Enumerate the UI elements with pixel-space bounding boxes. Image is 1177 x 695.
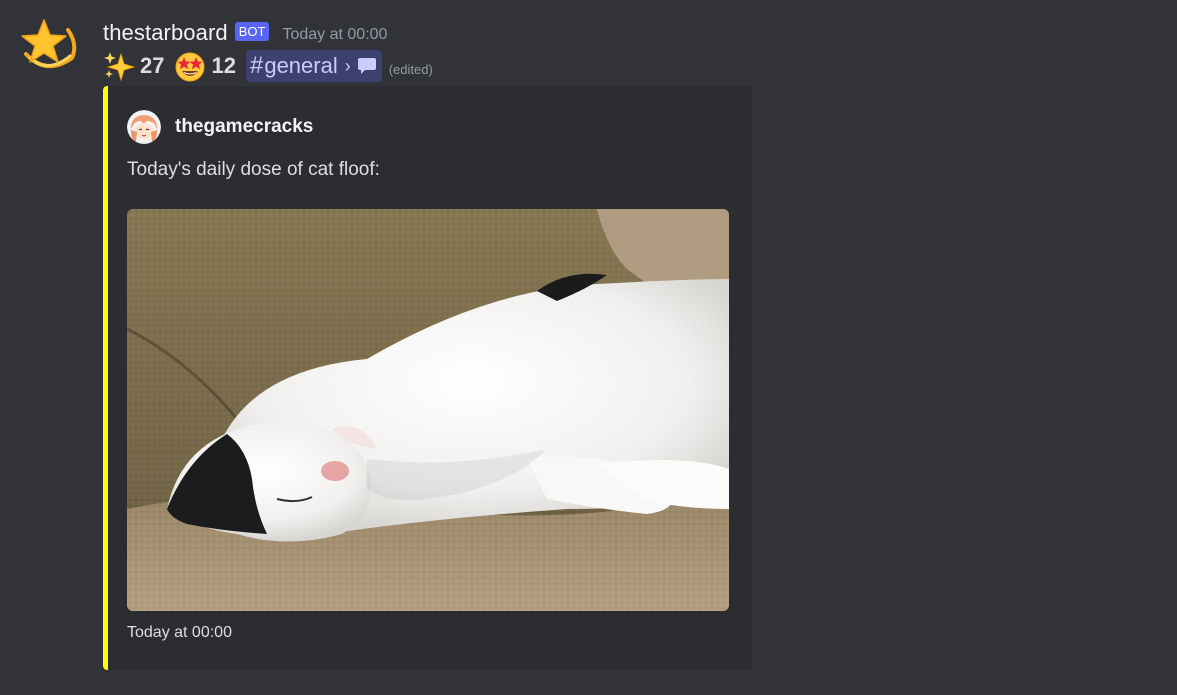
embed-accent-bar (103, 86, 108, 670)
embed-description: Today's daily dose of cat floof: (127, 159, 380, 180)
embed-footer-timestamp: Today at 00:00 (127, 624, 232, 641)
starboard-embed: thegamecracks Today's daily dose of cat … (103, 86, 752, 670)
sparkles-count: 27 (140, 53, 165, 78)
star-struck-icon (175, 52, 205, 82)
username[interactable]: thestarboard (103, 20, 228, 46)
author-avatar[interactable] (127, 110, 161, 144)
message-content: 27 12 # general › (edited) (103, 50, 433, 82)
message-header: thestarboard BOT Today at 00:00 (103, 18, 387, 48)
sparkles-icon (104, 52, 135, 82)
cat-photo[interactable] (127, 209, 729, 611)
message-timestamp[interactable]: Today at 00:00 (282, 26, 387, 44)
channel-mention-general[interactable]: # general › (245, 50, 382, 82)
embed-author-name[interactable]: thegamecracks (175, 116, 313, 138)
hash-icon: # (249, 52, 264, 79)
channel-name: general (264, 53, 338, 78)
edited-label: (edited) (388, 61, 433, 77)
shooting-star-avatar[interactable] (16, 14, 78, 76)
bot-badge: BOT (234, 21, 270, 41)
chevron-right-icon: › (344, 55, 351, 76)
speech-bubble-icon (357, 58, 376, 74)
starboard-message: thestarboard BOT Today at 00:00 27 12 # … (0, 0, 1177, 695)
embed-author: thegamecracks (127, 110, 313, 144)
star-struck-count: 12 (211, 53, 236, 78)
